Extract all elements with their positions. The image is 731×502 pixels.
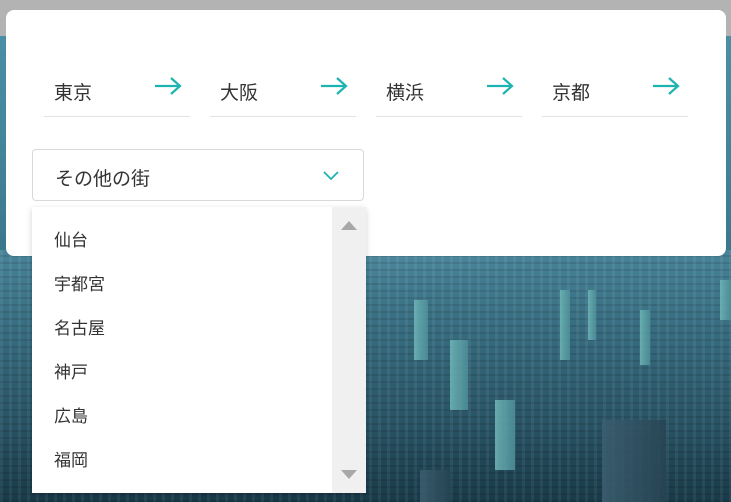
building [414, 300, 428, 360]
dropdown-options: 仙台 宇都宮 名古屋 神戸 広島 福岡 [32, 219, 332, 483]
arrow-right-icon [487, 77, 514, 95]
city-tab-yokohama[interactable]: 横浜 [376, 60, 522, 117]
city-tab-label: 横浜 [386, 82, 425, 104]
dropdown-option-nagoya[interactable]: 名古屋 [32, 307, 332, 351]
dropdown-option-utsunomiya[interactable]: 宇都宮 [32, 263, 332, 307]
city-tab-label: 東京 [54, 82, 93, 104]
building [640, 310, 650, 365]
city-tab-label: 大阪 [220, 82, 259, 104]
select-value: その他の街 [55, 168, 151, 190]
other-cities-select[interactable]: その他の街 [32, 149, 364, 201]
city-tab-label: 京都 [552, 82, 591, 104]
dropdown-scrollbar[interactable] [332, 207, 366, 493]
building [720, 280, 731, 320]
dropdown-option-sendai[interactable]: 仙台 [32, 219, 332, 263]
dropdown-option-kobe[interactable]: 神戸 [32, 351, 332, 395]
arrow-right-icon [321, 77, 348, 95]
city-tab-tokyo[interactable]: 東京 [44, 60, 190, 117]
city-tabs: 東京 大阪 横浜 京都 [44, 60, 688, 118]
arrow-right-icon [653, 77, 680, 95]
dropdown-option-fukuoka[interactable]: 福岡 [32, 439, 332, 483]
scroll-up-arrow-icon[interactable] [341, 221, 357, 230]
arrow-right-icon [155, 77, 182, 95]
city-tab-kyoto[interactable]: 京都 [542, 60, 688, 117]
building [495, 400, 515, 470]
building [420, 470, 450, 502]
scroll-down-arrow-icon[interactable] [341, 470, 357, 479]
building [588, 290, 596, 340]
building [450, 340, 468, 410]
chevron-down-icon [323, 171, 339, 181]
building [602, 420, 666, 502]
city-dropdown-list: 仙台 宇都宮 名古屋 神戸 広島 福岡 [32, 207, 366, 493]
dropdown-option-hiroshima[interactable]: 広島 [32, 395, 332, 439]
city-tab-osaka[interactable]: 大阪 [210, 60, 356, 117]
building [560, 290, 570, 360]
